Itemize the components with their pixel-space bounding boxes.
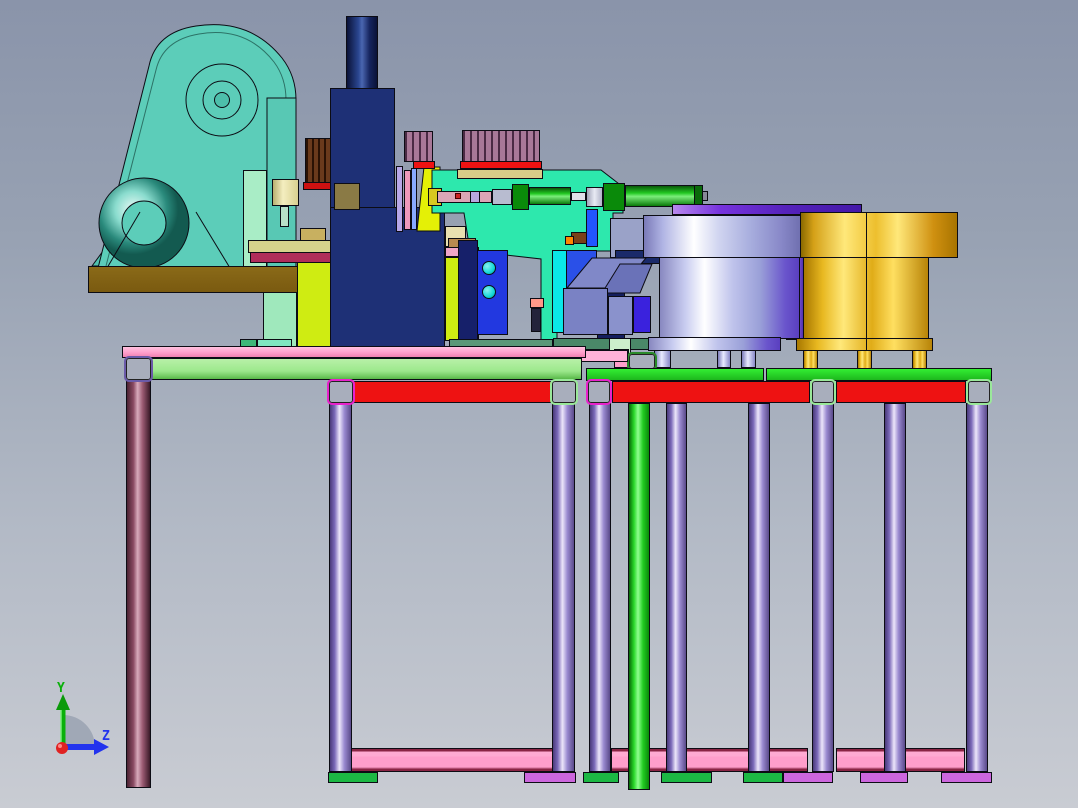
chute-body-b[interactable] — [608, 296, 633, 335]
table-right-leg-4[interactable] — [748, 403, 770, 772]
table-left-beam-green[interactable] — [127, 358, 582, 380]
table-right-leg-3[interactable] — [666, 403, 687, 772]
foot-pad-green-3 — [661, 772, 712, 783]
table-right-top-green-a[interactable] — [586, 368, 764, 381]
foot-pad-violet-4 — [941, 772, 992, 783]
bracket-right-green-mid — [810, 379, 836, 405]
bracket-left-magenta — [327, 379, 355, 405]
table-left-bottom-rail[interactable] — [341, 748, 565, 772]
foot-pad-green-4 — [743, 772, 783, 783]
foot-pad-violet-2 — [783, 772, 833, 783]
bowl-right-rim[interactable] — [800, 212, 958, 258]
table-left-cross-beam-red[interactable] — [352, 381, 554, 403]
table-right-leg-5[interactable] — [812, 403, 834, 772]
table-right-leg-6[interactable] — [884, 403, 906, 772]
bowl-right-seam — [866, 213, 867, 350]
bracket-right-green-end — [966, 379, 992, 405]
bowl-right-leg-3 — [912, 350, 927, 369]
table-right-cross-beam-red-b[interactable] — [836, 381, 966, 403]
table-right-leg-7[interactable] — [966, 403, 988, 772]
bowl-left-leg-3 — [741, 350, 756, 368]
table-left-leg-mauve[interactable] — [126, 360, 151, 788]
table-left-leg-3[interactable] — [552, 403, 575, 772]
foot-pad-violet-1 — [524, 772, 576, 783]
bracket-left-green — [550, 379, 578, 405]
bowl-right-leg-2 — [857, 350, 872, 369]
bowl-left-body[interactable] — [659, 257, 800, 339]
foot-pad-violet-3 — [860, 772, 908, 783]
bowl-left-base[interactable] — [648, 337, 781, 351]
bracket-mauve-leg — [124, 356, 153, 382]
table-right-leg-1[interactable] — [589, 403, 611, 772]
table-left-top-pink[interactable] — [122, 346, 586, 358]
chute-body-violet[interactable] — [633, 296, 651, 333]
chute-body-a[interactable] — [563, 288, 608, 335]
bowl-left-leg-2 — [717, 350, 731, 368]
table-left-leg-2[interactable] — [329, 403, 352, 772]
table-right-leg-green[interactable] — [628, 403, 650, 790]
bracket-right-magenta — [586, 379, 612, 405]
cad-viewport: Y Z — [0, 0, 1078, 808]
foot-pad-green-1 — [328, 772, 378, 783]
bowl-right-leg-1 — [803, 350, 818, 369]
bowl-left-rim[interactable] — [643, 215, 801, 258]
foot-pad-green-2 — [583, 772, 619, 783]
table-right-top-green-b[interactable] — [766, 368, 992, 381]
chute-layer — [565, 257, 653, 294]
table-right-cross-beam-red-a[interactable] — [612, 381, 810, 403]
